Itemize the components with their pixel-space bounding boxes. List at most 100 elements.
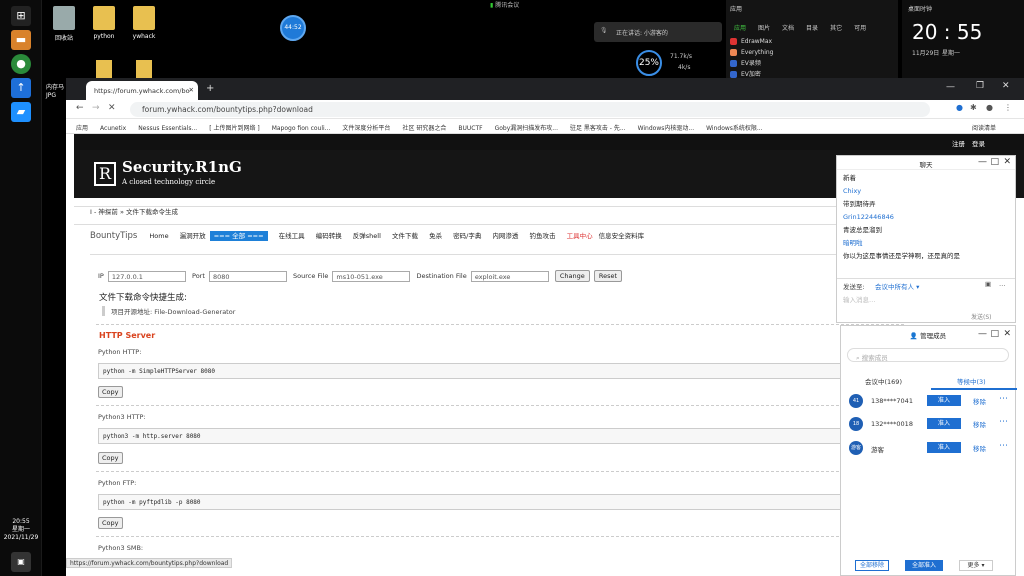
chat-input[interactable]: 输入消息… xyxy=(843,294,876,304)
nav-vuln[interactable]: 漏洞开放 xyxy=(180,232,206,240)
remove-button[interactable]: 移除 xyxy=(973,443,986,453)
profile-icon[interactable]: ● xyxy=(986,103,993,112)
nav-av-evasion[interactable]: 免杀 xyxy=(429,232,442,240)
meeting-app-icon[interactable]: ↑ xyxy=(11,78,31,98)
more-icon[interactable]: … xyxy=(999,280,1006,288)
python-folder-icon[interactable]: python xyxy=(84,6,124,40)
new-tab-icon[interactable]: + xyxy=(206,83,214,94)
ip-input[interactable]: 127.0.0.1 xyxy=(107,270,186,282)
nav-reverse-shell[interactable]: 反弹shell xyxy=(353,232,381,240)
close-icon[interactable]: ✕ xyxy=(1003,329,1011,339)
bookmark-item[interactable]: Mapogo fion couli... xyxy=(272,125,331,132)
stop-loading-icon[interactable]: ✕ xyxy=(108,103,116,113)
tab-pictures[interactable]: 图片 xyxy=(758,23,770,32)
tab-apps[interactable]: 应用 xyxy=(734,23,746,32)
more-options-icon[interactable]: ⋯ xyxy=(999,441,1008,451)
nav-security-library[interactable]: 信息安全资料库 xyxy=(599,232,645,240)
maximize-icon[interactable]: □ xyxy=(990,157,999,167)
taskbar-clock[interactable]: 20:55 星期一 2021/11/29 xyxy=(2,518,40,542)
copy-button[interactable]: Copy xyxy=(98,452,123,464)
recycle-bin-icon[interactable]: 回收站 xyxy=(44,6,84,42)
nav-category-select[interactable]: === 全部 === xyxy=(209,231,268,241)
more-options-icon[interactable]: ⋯ xyxy=(999,417,1008,427)
tab-directories[interactable]: 目录 xyxy=(806,23,818,32)
admit-button[interactable]: 准入 xyxy=(927,418,961,429)
bookmark-item[interactable]: Windows系统权限... xyxy=(706,125,763,132)
close-icon[interactable]: ✕ xyxy=(1003,157,1011,167)
minimize-icon[interactable]: — xyxy=(978,329,987,339)
nav-phishing[interactable]: 钓鱼攻击 xyxy=(530,232,556,240)
close-tab-icon[interactable]: ✕ xyxy=(189,86,194,94)
image-icon[interactable]: ▣ xyxy=(985,280,991,288)
code-block[interactable]: python -m pyftpdlib -p 8080 xyxy=(98,494,904,510)
bookmark-item[interactable]: BUUCTF xyxy=(458,125,482,132)
more-button[interactable]: 更多 ▾ xyxy=(959,560,993,571)
bookmark-item[interactable]: 应用 xyxy=(76,125,88,132)
bookmark-item[interactable]: Goby漏洞扫描发布攻... xyxy=(495,125,558,132)
tab-in-meeting[interactable]: 会议中(169) xyxy=(865,376,902,386)
code-block[interactable]: python -m SimpleHTTPServer 8080 xyxy=(98,363,904,379)
nav-file-download[interactable]: 文件下载 xyxy=(392,232,418,240)
reading-list-button[interactable]: 阅读清单 xyxy=(972,123,996,132)
reset-button[interactable]: Reset xyxy=(593,270,623,282)
notification-icon[interactable]: ▣ xyxy=(11,552,31,572)
puzzle-icon[interactable]: ✱ xyxy=(970,103,977,112)
send-to-select[interactable]: 会议中所有人 ▾ xyxy=(875,281,919,291)
site-logo[interactable]: R xyxy=(94,162,116,186)
minimize-icon[interactable]: — xyxy=(946,82,955,92)
nav-encoding[interactable]: 编码转换 xyxy=(316,232,342,240)
folder-icon[interactable]: ▬ xyxy=(11,30,31,50)
meeting-timer[interactable]: 44:52 xyxy=(280,15,306,41)
bookmark-item[interactable]: Nessus Essentials... xyxy=(138,125,197,132)
member-search-input[interactable]: ⌕ 搜索成员 xyxy=(847,348,1009,362)
bookmark-item[interactable]: 文件深度分析平台 xyxy=(342,125,390,132)
send-button[interactable]: 发送(S) xyxy=(971,312,999,322)
tab-documents[interactable]: 文档 xyxy=(782,23,794,32)
bookmark-item[interactable]: [ 上传图片到网络 ] xyxy=(209,125,260,132)
folder-icon[interactable] xyxy=(136,60,152,78)
browser-tab[interactable]: https://forum.ywhack.com/bo ✕ xyxy=(86,81,198,100)
bookmark-item[interactable]: Windows内核驱动... xyxy=(638,125,695,132)
tab-other[interactable]: 其它 xyxy=(830,23,842,32)
chat-sender[interactable]: Grin122446846 xyxy=(837,211,1015,224)
copy-button[interactable]: Copy xyxy=(98,517,123,529)
maximize-icon[interactable]: □ xyxy=(990,329,999,339)
chrome-icon[interactable]: ● xyxy=(11,54,31,74)
remove-all-button[interactable]: 全部移除 xyxy=(855,560,889,571)
change-button[interactable]: Change xyxy=(554,270,590,282)
nav-dictionary[interactable]: 密码/字典 xyxy=(453,232,481,240)
bookmark-item[interactable]: 驻足 黑客攻击 - 先... xyxy=(570,125,626,132)
nav-tool-center[interactable]: 工具中心 xyxy=(567,232,593,240)
app-item-everything[interactable]: Everything xyxy=(726,47,898,58)
bookmark-item[interactable]: 社区 研究器之合 xyxy=(402,125,446,132)
copy-button[interactable]: Copy xyxy=(98,386,123,398)
chat-sender[interactable]: Chixy xyxy=(837,185,1015,198)
remove-button[interactable]: 移除 xyxy=(973,396,986,406)
ywhack-folder-icon[interactable]: ywhack xyxy=(124,6,164,40)
admit-button[interactable]: 准入 xyxy=(927,395,961,406)
extension-icon[interactable]: ● xyxy=(956,103,963,112)
project-address[interactable]: 项目开源地址: File-Download-Generator xyxy=(102,306,235,316)
windows-start-icon[interactable]: ⊞ xyxy=(11,6,31,26)
app-icon[interactable]: ▰ xyxy=(11,102,31,122)
admit-all-button[interactable]: 全部准入 xyxy=(905,560,943,571)
more-options-icon[interactable]: ⋯ xyxy=(999,394,1008,404)
address-bar[interactable]: forum.ywhack.com/bountytips.php?download xyxy=(130,102,930,117)
bookmark-item[interactable]: Acunetix xyxy=(100,125,126,132)
remove-button[interactable]: 移除 xyxy=(973,419,986,429)
back-icon[interactable]: ← xyxy=(76,103,84,113)
nav-home[interactable]: Home xyxy=(149,232,168,240)
admit-button[interactable]: 准入 xyxy=(927,442,961,453)
destination-file-input[interactable]: exploit.exe xyxy=(470,270,549,282)
desktop-file-label[interactable]: 内存马 JPG xyxy=(46,84,64,100)
close-window-icon[interactable]: ✕ xyxy=(1002,81,1010,91)
nav-intranet[interactable]: 内网渗透 xyxy=(492,232,518,240)
folder-icon[interactable] xyxy=(96,60,112,78)
code-block[interactable]: python3 -m http.server 8080 xyxy=(98,428,904,444)
app-item-ev-record[interactable]: EV录频 xyxy=(726,58,898,69)
minimize-icon[interactable]: — xyxy=(978,157,987,167)
nav-logo[interactable]: BountyTips xyxy=(90,231,137,241)
nav-online-tools[interactable]: 在线工具 xyxy=(279,232,305,240)
register-link[interactable]: 注册 xyxy=(952,138,965,148)
maximize-icon[interactable]: ❐ xyxy=(976,81,984,91)
